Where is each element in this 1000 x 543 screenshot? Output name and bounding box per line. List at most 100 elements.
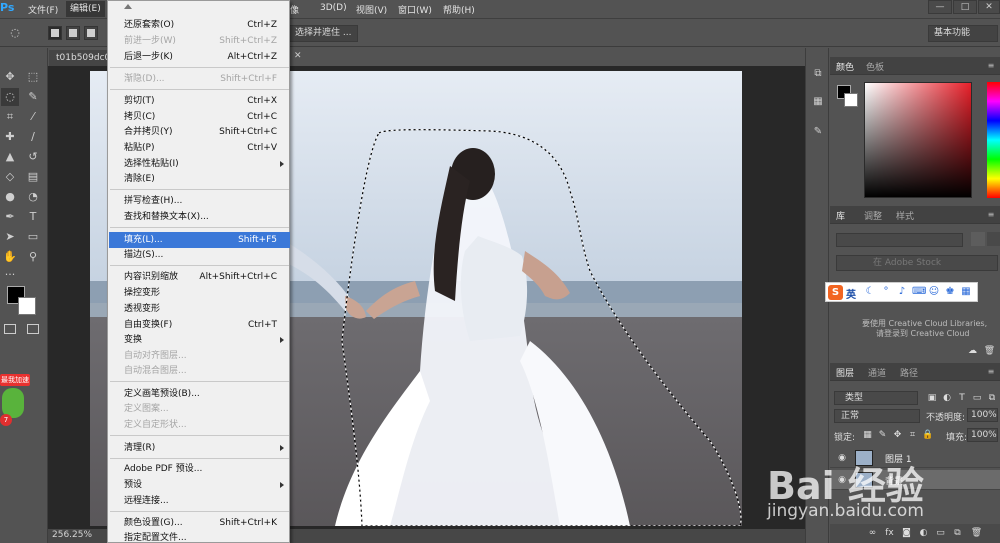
menu-window[interactable]: 窗口(W) [398,3,432,16]
list-view-icon[interactable] [987,232,1000,246]
lock-image-icon[interactable]: ✎ [877,430,888,441]
menu-item-stroke[interactable]: 描边(S)... [109,247,290,263]
eraser-tool-icon[interactable]: ◇ [1,168,19,186]
panel-menu-icon[interactable]: ≡ [986,210,996,220]
gradient-tool-icon[interactable]: ▤ [24,168,42,186]
blur-tool-icon[interactable]: ● [1,188,19,206]
filter-type-icon[interactable]: T [956,392,968,404]
menu-item-purge[interactable]: 清理(R) [109,440,290,456]
shape-tool-icon[interactable]: ▭ [24,228,42,246]
ime-language-toggle[interactable]: 英 [846,286,856,301]
menu-item-define-pattern[interactable]: 定义图案... [109,401,290,417]
cc-sync-icon[interactable]: ☁ [966,345,979,358]
menu-item-puppet-warp[interactable]: 操控变形 [109,285,290,301]
hand-tool-icon[interactable]: ✋ [1,248,19,266]
new-selection-button[interactable] [48,26,62,40]
menu-item-pdf-presets[interactable]: Adobe PDF 预设... [109,461,290,477]
menu-item-color-settings[interactable]: 颜色设置(G)... Shift+Ctrl+K [109,515,290,531]
color-picker-field[interactable] [864,82,972,198]
tab-libraries[interactable]: 库 [836,209,845,222]
history-brush-icon[interactable]: ↺ [24,148,42,166]
ime-toolbar[interactable]: S 英 ☾ ° ♪ ⌨ ☺ ♚ ▦ [825,282,978,302]
zoom-tool-icon[interactable]: ⚲ [24,248,42,266]
blend-mode-select[interactable]: 正常 [834,409,920,423]
path-select-icon[interactable]: ➤ [1,228,19,246]
hue-slider[interactable] [987,82,1000,198]
opacity-input[interactable]: 100% [967,408,998,422]
panel-menu-icon[interactable]: ≡ [986,367,996,377]
select-and-mask-button[interactable]: 选择并遮住 ... [288,25,358,42]
menu-item-undo[interactable]: 还原套索(O) Ctrl+Z [109,17,290,33]
dodge-tool-icon[interactable]: ◔ [24,188,42,206]
filter-smart-icon[interactable]: ⧉ [986,392,998,404]
healing-tool-icon[interactable]: ✚ [1,128,19,146]
grid-view-icon[interactable] [971,232,985,246]
lock-all-icon[interactable]: 🔒 [922,430,933,441]
layer-filter-kind[interactable]: 类型 [834,391,918,405]
menu-item-auto-align-layers[interactable]: 自动对齐图层... [109,348,290,364]
tab-adjustments[interactable]: 调整 [864,209,882,222]
workspace-switcher[interactable]: 基本功能 [928,25,998,42]
properties-panel-icon[interactable]: ▦ [810,94,826,110]
menu-help[interactable]: 帮助(H) [443,3,475,16]
menu-item-step-forward[interactable]: 前进一步(W) Shift+Ctrl+Z [109,33,290,49]
color-panel-background[interactable] [844,93,858,107]
punctuation-icon[interactable]: ° [880,286,892,298]
more-tools-icon[interactable]: ··· [1,266,19,284]
keyboard-icon[interactable]: ⌨ [912,286,926,298]
scroll-up-arrow-icon[interactable] [124,4,132,9]
crop-tool-icon[interactable]: ⌗ [1,108,19,126]
screen-mode-icon[interactable] [27,324,39,334]
history-panel-icon[interactable]: ⧉ [810,66,826,82]
marquee-tool-icon[interactable]: ⬚ [24,68,42,86]
move-tool-icon[interactable]: ✥ [1,68,19,86]
skin-icon[interactable]: ♚ [944,286,956,298]
menu-item-transform[interactable]: 变换 [109,332,290,348]
menu-edit[interactable]: 编辑(E) [66,1,105,17]
menu-item-cut[interactable]: 剪切(T) Ctrl+X [109,93,290,109]
brush-tool-icon[interactable]: ∕ [24,128,42,146]
tab-swatches[interactable]: 色板 [866,60,884,73]
library-search-input[interactable]: 在 Adobe Stock [836,255,998,271]
close-window-button[interactable]: ✕ [978,0,1000,14]
eyedropper-tool-icon[interactable]: ⁄ [24,108,42,126]
tab-styles[interactable]: 样式 [896,209,914,222]
pen-tool-icon[interactable]: ✒ [1,208,19,226]
zoom-level[interactable]: 256.25% [52,530,92,540]
menu-item-content-aware-scale[interactable]: 内容识别缩放 Alt+Shift+Ctrl+C [109,269,290,285]
lock-artboard-icon[interactable]: ⌗ [907,430,918,441]
add-selection-button[interactable] [66,26,80,40]
menu-item-auto-blend-layers[interactable]: 自动混合图层... [109,363,290,379]
menu-item-paste[interactable]: 粘贴(P) Ctrl+V [109,140,290,156]
filter-pixel-icon[interactable]: ▣ [926,392,938,404]
menu-item-remote-connections[interactable]: 远程连接... [109,493,290,509]
type-tool-icon[interactable]: T [24,208,42,226]
floating-ad-widget[interactable]: 最我加速 7 [0,372,30,432]
menu-item-step-backward[interactable]: 后退一步(K) Alt+Ctrl+Z [109,49,290,65]
quick-select-tool-icon[interactable]: ✎ [24,88,42,106]
quick-mask-icon[interactable] [4,324,16,334]
menu-item-clear[interactable]: 清除(E) [109,171,290,187]
menu-item-perspective-warp[interactable]: 透视变形 [109,301,290,317]
toolbox-icon[interactable]: ▦ [960,286,972,298]
tab-color[interactable]: 颜色 [836,60,854,73]
menu-item-assign-profile[interactable]: 指定配置文件... [109,530,290,543]
menu-view[interactable]: 视图(V) [356,3,387,16]
lasso-preset-icon[interactable]: ◌ [6,24,24,42]
character-panel-icon[interactable]: ✎ [810,124,826,140]
microphone-icon[interactable]: ♪ [896,286,908,298]
menu-item-copy-merged[interactable]: 合并拷贝(Y) Shift+Ctrl+C [109,124,290,140]
lock-position-icon[interactable]: ✥ [892,430,903,441]
menu-item-free-transform[interactable]: 自由变换(F) Ctrl+T [109,317,290,333]
lock-transparent-icon[interactable]: ▦ [862,430,873,441]
tab-paths[interactable]: 路径 [900,366,918,379]
menu-image[interactable]: 像 [290,3,299,16]
library-select[interactable] [836,233,963,247]
menu-item-define-brush[interactable]: 定义画笔预设(B)... [109,386,290,402]
stamp-tool-icon[interactable]: ▲ [1,148,19,166]
menu-item-paste-special[interactable]: 选择性粘贴(I) [109,156,290,172]
menu-item-fade[interactable]: 渐隐(D)... Shift+Ctrl+F [109,71,290,87]
close-tab-icon[interactable]: ✕ [294,51,302,61]
fill-input[interactable]: 100% [967,428,998,442]
filter-adjust-icon[interactable]: ◐ [941,392,953,404]
